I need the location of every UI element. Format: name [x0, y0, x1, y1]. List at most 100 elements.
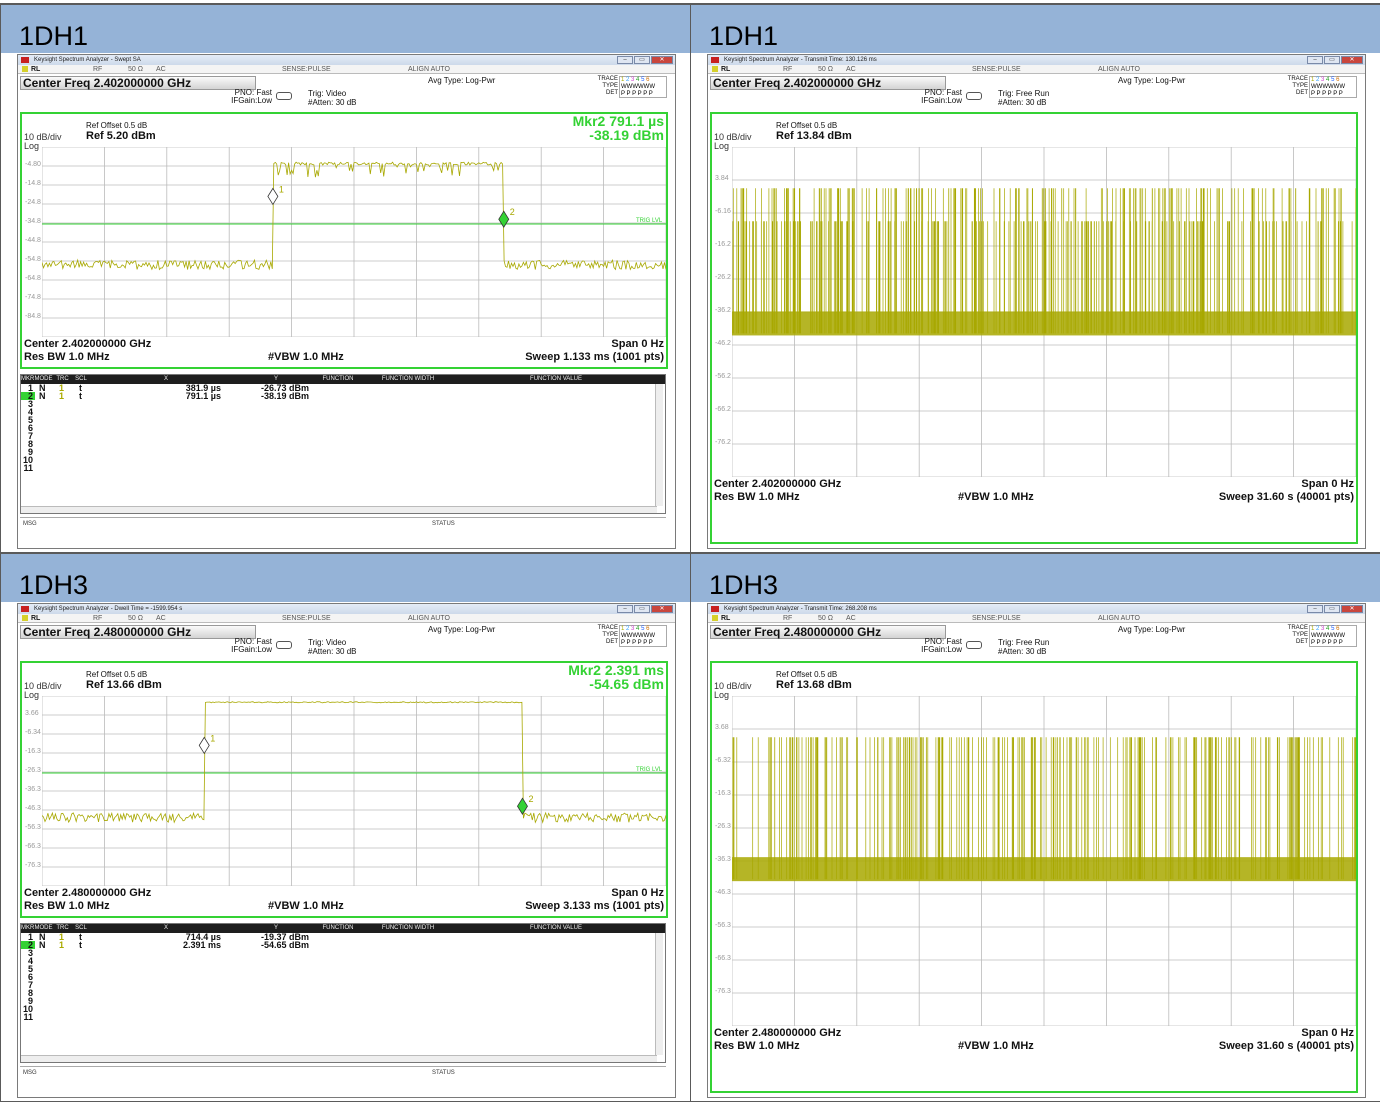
marker-row[interactable]: 3 [21, 400, 665, 408]
trace-values: 1 2 3 4 5 6 WWWWWW P P P P P P [1309, 625, 1357, 647]
trig-label: Trig: Video [308, 638, 356, 647]
marker-row[interactable]: 11 [21, 464, 665, 472]
marker-2-icon[interactable] [517, 798, 527, 814]
marker-row[interactable]: 9 [21, 448, 665, 456]
marker-row[interactable]: 10 [21, 456, 665, 464]
marker-row[interactable]: 7 [21, 981, 665, 989]
y-tick-label: -34.8 [25, 218, 41, 225]
center-freq-value: Center Freq 2.402000000 GHz [713, 76, 881, 90]
marker-row[interactable]: 6 [21, 424, 665, 432]
marker-table-vscroll[interactable] [655, 933, 663, 1055]
res-bw-label: Res BW 1.0 MHz [24, 351, 110, 363]
marker-table-col-header[interactable]: FUNCTION [311, 924, 365, 933]
trigger-icon [966, 92, 982, 100]
sense-label: SENSE:PULSE [972, 614, 1021, 623]
marker-table-hscroll[interactable] [21, 506, 657, 513]
atten-label: #Atten: 30 dB [998, 98, 1049, 107]
sweep-label: Sweep 31.60 s (40001 pts) [1219, 491, 1354, 503]
minimize-icon[interactable]: – [1307, 56, 1323, 64]
window-title: Keysight Spectrum Analyzer - Dwell Time … [34, 606, 182, 612]
measurement-screen: Ref Offset 0.5 dB Ref 13.68 dBm 10 dB/di… [710, 661, 1358, 1093]
marker-table-col-header[interactable]: FUNCTION WIDTH [365, 924, 451, 933]
restore-icon[interactable]: ▭ [634, 605, 650, 613]
minimize-icon[interactable]: – [617, 56, 633, 64]
det-label: DET [1282, 90, 1308, 97]
window-controls: – ▭ ✕ [617, 56, 673, 64]
marker-cell-mode: N [39, 941, 46, 949]
vbw-label: #VBW 1.0 MHz [268, 351, 344, 363]
atten-label: #Atten: 30 dB [998, 647, 1049, 656]
marker-cell-trc: 1 [59, 941, 64, 949]
trace-label: TRACE [592, 625, 618, 632]
marker-row[interactable]: 9 [21, 997, 665, 1005]
center-freq-value: Center Freq 2.480000000 GHz [713, 625, 881, 639]
marker-table-vscroll[interactable] [655, 384, 663, 506]
marker-row[interactable]: 1N1t381.9 µs-26.73 dBm [21, 384, 665, 392]
marker-row[interactable]: 4 [21, 408, 665, 416]
center-freq-box[interactable]: Center Freq 2.480000000 GHz [710, 625, 946, 639]
minimize-icon[interactable]: – [1307, 605, 1323, 613]
cell-header-label: 1DH1 [709, 21, 778, 51]
marker-row[interactable]: 8 [21, 989, 665, 997]
close-icon[interactable]: ✕ [651, 605, 673, 613]
trig-info: Trig: Free Run#Atten: 30 dB [998, 89, 1049, 107]
y-tick-label: -36.3 [25, 786, 41, 793]
marker-row[interactable]: 1N1t714.4 µs-19.37 dBm [21, 933, 665, 941]
center-freq-box[interactable]: Center Freq 2.480000000 GHz [20, 625, 256, 639]
marker-table-col-header[interactable]: FUNCTION VALUE [451, 375, 661, 384]
trig-level-label: TRIG LVL [636, 767, 662, 773]
marker-row[interactable]: 8 [21, 440, 665, 448]
minimize-icon[interactable]: – [617, 605, 633, 613]
marker-cell-y: -38.19 dBm [241, 392, 309, 400]
ifgain-label: IFGain:Low [914, 97, 962, 105]
restore-icon[interactable]: ▭ [634, 56, 650, 64]
marker-table-col-header[interactable]: FUNCTION VALUE [451, 924, 661, 933]
marker-table-col-header[interactable]: FUNCTION [311, 375, 365, 384]
marker-table-hscroll[interactable] [21, 1055, 657, 1062]
analyzer-titlebar: Keysight Spectrum Analyzer - Transmit Ti… [708, 55, 1365, 65]
y-tick-label: -56.3 [25, 824, 41, 831]
center-freq-box[interactable]: Center Freq 2.402000000 GHz [710, 76, 946, 90]
trig-label: Trig: Video [308, 89, 356, 98]
sense-label: SENSE:PULSE [972, 65, 1021, 74]
marker-row[interactable]: 2N1t2.391 ms-54.65 dBm [21, 941, 665, 949]
close-icon[interactable]: ✕ [1341, 56, 1363, 64]
trace-numbers: 1 2 3 4 5 6 [621, 626, 666, 633]
impedance-label: 50 Ω [818, 65, 833, 74]
marker-row[interactable]: 5 [21, 416, 665, 424]
marker-2-icon[interactable] [499, 211, 509, 227]
marker-row[interactable]: 7 [21, 432, 665, 440]
close-icon[interactable]: ✕ [1341, 605, 1363, 613]
marker-1-icon[interactable] [199, 737, 209, 753]
marker-row[interactable]: 6 [21, 973, 665, 981]
cell-4: 1DH3 Keysight Spectrum Analyzer - Transm… [691, 553, 1380, 1102]
window-title: Keysight Spectrum Analyzer - Transmit Ti… [724, 57, 877, 63]
center-freq-box[interactable]: Center Freq 2.402000000 GHz [20, 76, 256, 90]
y-tick-label: -36.2 [715, 307, 731, 314]
marker-1-icon[interactable] [268, 188, 278, 204]
restore-icon[interactable]: ▭ [1324, 605, 1340, 613]
y-tick-label: -26.3 [25, 767, 41, 774]
y-tick-label: -54.8 [25, 256, 41, 263]
marker-row[interactable]: 3 [21, 949, 665, 957]
trace-det-values: P P P P P P [1311, 640, 1356, 647]
cell-header: 1DH3 [1, 553, 690, 602]
center-freq-bottom: Center 2.402000000 GHz [714, 478, 841, 490]
coupling-label: AC [846, 65, 856, 74]
y-tick-label: -74.8 [25, 294, 41, 301]
res-bw-label: Res BW 1.0 MHz [24, 900, 110, 912]
marker-table-col-header[interactable]: FUNCTION WIDTH [365, 375, 451, 384]
marker-row[interactable]: 5 [21, 965, 665, 973]
y-tick-label: -56.3 [715, 922, 731, 929]
trace-type-values: WWWWWW [621, 633, 666, 640]
restore-icon[interactable]: ▭ [1324, 56, 1340, 64]
cell-header: 1DH3 [691, 553, 1380, 602]
marker-row[interactable]: 2N1t791.1 µs-38.19 dBm [21, 392, 665, 400]
marker-row[interactable]: 11 [21, 1013, 665, 1021]
marker-row[interactable]: 4 [21, 957, 665, 965]
sweep-label: Sweep 1.133 ms (1001 pts) [525, 351, 664, 363]
span-label: Span 0 Hz [1301, 478, 1354, 490]
y-tick-label: -64.8 [25, 275, 41, 282]
marker-row[interactable]: 10 [21, 1005, 665, 1013]
close-icon[interactable]: ✕ [651, 56, 673, 64]
